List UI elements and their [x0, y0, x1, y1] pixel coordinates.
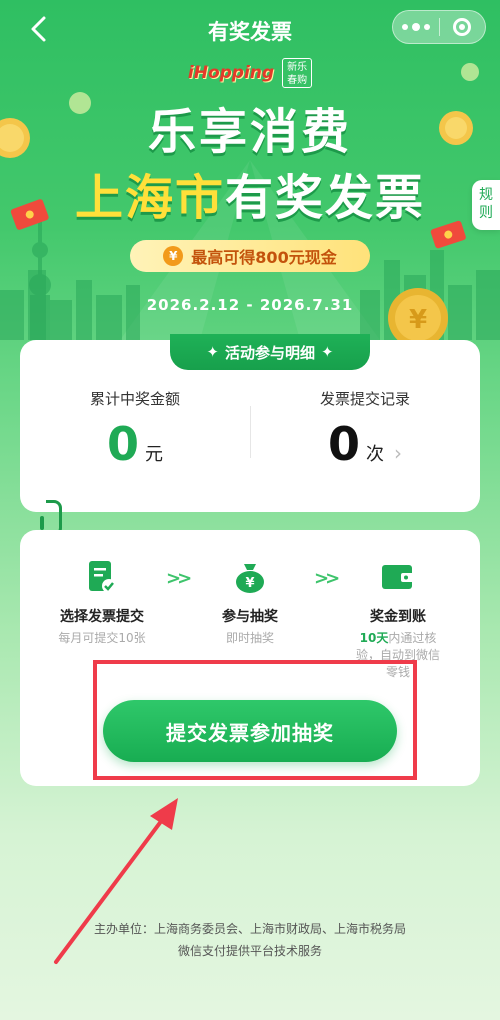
wallet-icon: [381, 560, 415, 594]
sparkle-icon: ✦: [206, 343, 219, 361]
hero-title-line1: 乐享消费: [147, 104, 352, 160]
step-submit-invoice: 选择发票提交 每月可提交10张: [32, 560, 172, 647]
activity-date-range: 2026.2.12 - 2026.7.31: [146, 296, 354, 314]
svg-text:¥: ¥: [245, 576, 254, 591]
step-lottery: ¥ 参与抽奖 即时抽奖: [180, 560, 320, 647]
rules-button[interactable]: 规 则: [472, 180, 500, 230]
invoice-icon: [85, 560, 119, 594]
sponsor-logos: iHopping 新乐 春购: [0, 58, 500, 88]
total-prize-stat: 累计中奖金额 0 元: [20, 388, 250, 469]
organizers-footer: 主办单位：上海商务委员会、上海市财政局、上海市税务局: [93, 922, 406, 936]
submit-record-stat[interactable]: 发票提交记录 0 次 ›: [250, 388, 480, 469]
annotation-highlight-box: [93, 660, 417, 780]
spring-shopping-stamp: 新乐 春购: [282, 58, 313, 88]
hero-title-highlight: 上海市: [74, 170, 225, 226]
activity-banner: ✦ 活动参与明细 ✦: [170, 334, 370, 370]
submit-record-value: 0: [327, 417, 360, 471]
yuan-coin-icon: ¥: [163, 246, 184, 266]
total-prize-unit: 元: [145, 444, 163, 465]
prize-text: 最高可得800元现金: [191, 248, 337, 267]
ihopping-logo: iHopping: [187, 63, 275, 83]
tech-support-footer: 微信支付提供平台技术服务: [177, 944, 322, 958]
prize-badge: ¥ 最高可得800元现金: [130, 240, 370, 272]
money-bag-icon: ¥: [233, 560, 267, 594]
submit-record-unit: 次: [366, 444, 384, 465]
hero-title-line2: 上海市有奖发票: [0, 158, 500, 228]
tower-icon: [29, 215, 51, 340]
total-prize-label: 累计中奖金额: [89, 390, 180, 408]
hero-title-rest: 有奖发票: [225, 170, 426, 226]
activity-details-card: ✦ 活动参与明细 ✦ 累计中奖金额 0 元 发票提交记录 0 次 ›: [20, 334, 480, 512]
submit-record-label: 发票提交记录: [319, 390, 410, 408]
total-prize-value: 0: [106, 417, 139, 471]
card-connector: [40, 516, 44, 530]
chevron-right-icon: ›: [394, 441, 402, 465]
sparkle-icon: ✦: [321, 343, 334, 361]
